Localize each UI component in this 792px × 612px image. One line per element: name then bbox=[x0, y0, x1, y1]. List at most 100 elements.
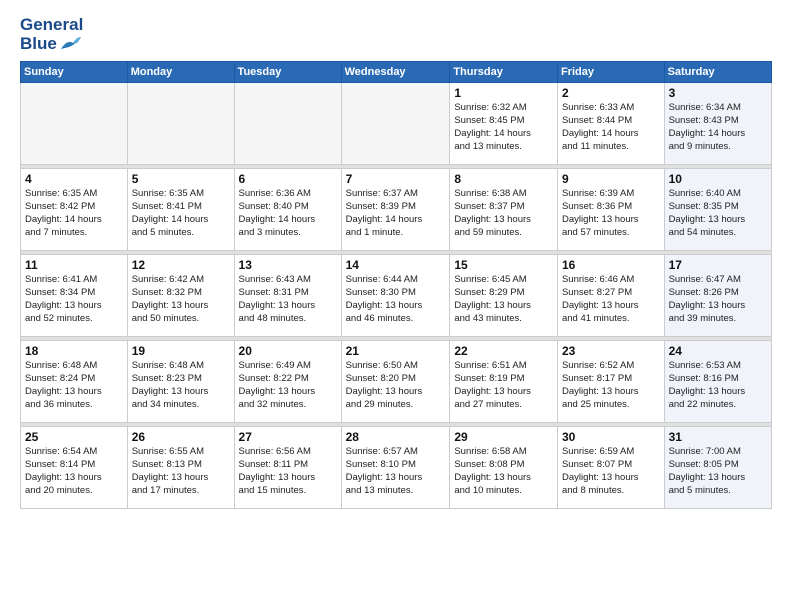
day-cell: 11 Sunrise: 6:41 AM Sunset: 8:34 PM Dayli… bbox=[21, 255, 128, 337]
day-number: 27 bbox=[239, 430, 337, 444]
day-info: Sunrise: 6:33 AM Sunset: 8:44 PM Dayligh… bbox=[562, 102, 660, 153]
day-cell: 2 Sunrise: 6:33 AM Sunset: 8:44 PM Daylig… bbox=[557, 83, 664, 165]
day-info: Sunrise: 6:45 AM Sunset: 8:29 PM Dayligh… bbox=[454, 274, 553, 325]
day-cell: 13 Sunrise: 6:43 AM Sunset: 8:31 PM Dayli… bbox=[234, 255, 341, 337]
day-cell bbox=[341, 83, 450, 165]
day-info: Sunrise: 6:43 AM Sunset: 8:31 PM Dayligh… bbox=[239, 274, 337, 325]
day-cell: 7 Sunrise: 6:37 AM Sunset: 8:39 PM Daylig… bbox=[341, 169, 450, 251]
day-info: Sunrise: 6:44 AM Sunset: 8:30 PM Dayligh… bbox=[346, 274, 446, 325]
day-cell: 26Sunrise: 6:55 AM Sunset: 8:13 PM Dayli… bbox=[127, 427, 234, 509]
day-cell: 24 Sunrise: 6:53 AM Sunset: 8:16 PM Dayli… bbox=[664, 341, 771, 423]
day-cell: 16Sunrise: 6:46 AM Sunset: 8:27 PM Dayli… bbox=[557, 255, 664, 337]
day-number: 8 bbox=[454, 172, 553, 186]
day-number: 19 bbox=[132, 344, 230, 358]
day-info: Sunrise: 6:36 AM Sunset: 8:40 PM Dayligh… bbox=[239, 188, 337, 239]
logo: General Blue bbox=[20, 16, 83, 53]
day-info: Sunrise: 6:56 AM Sunset: 8:11 PM Dayligh… bbox=[239, 446, 337, 497]
day-cell bbox=[234, 83, 341, 165]
day-cell: 15 Sunrise: 6:45 AM Sunset: 8:29 PM Dayli… bbox=[450, 255, 558, 337]
header-sunday: Sunday bbox=[21, 62, 128, 83]
day-info: Sunrise: 6:55 AM Sunset: 8:13 PM Dayligh… bbox=[132, 446, 230, 497]
day-info: Sunrise: 6:47 AM Sunset: 8:26 PM Dayligh… bbox=[669, 274, 767, 325]
day-info: Sunrise: 6:59 AM Sunset: 8:07 PM Dayligh… bbox=[562, 446, 660, 497]
calendar-table: Sunday Monday Tuesday Wednesday Thursday… bbox=[20, 61, 772, 509]
day-number: 24 bbox=[669, 344, 767, 358]
day-cell bbox=[127, 83, 234, 165]
day-cell: 17 Sunrise: 6:47 AM Sunset: 8:26 PM Dayli… bbox=[664, 255, 771, 337]
day-info: Sunrise: 6:32 AM Sunset: 8:45 PM Dayligh… bbox=[454, 102, 553, 153]
day-number: 18 bbox=[25, 344, 123, 358]
day-info: Sunrise: 7:00 AM Sunset: 8:05 PM Dayligh… bbox=[669, 446, 767, 497]
day-number: 17 bbox=[669, 258, 767, 272]
day-cell: 18 Sunrise: 6:48 AM Sunset: 8:24 PM Dayli… bbox=[21, 341, 128, 423]
day-number: 5 bbox=[132, 172, 230, 186]
day-number: 21 bbox=[346, 344, 446, 358]
day-cell: 27 Sunrise: 6:56 AM Sunset: 8:11 PM Dayli… bbox=[234, 427, 341, 509]
day-cell: 23 Sunrise: 6:52 AM Sunset: 8:17 PM Dayli… bbox=[557, 341, 664, 423]
day-cell bbox=[21, 83, 128, 165]
logo-general: General bbox=[20, 16, 83, 35]
week-row-3: 11 Sunrise: 6:41 AM Sunset: 8:34 PM Dayli… bbox=[21, 255, 772, 337]
day-number: 13 bbox=[239, 258, 337, 272]
day-number: 29 bbox=[454, 430, 553, 444]
header: General Blue bbox=[20, 16, 772, 53]
week-row-5: 25 Sunrise: 6:54 AM Sunset: 8:14 PM Dayli… bbox=[21, 427, 772, 509]
day-cell: 14 Sunrise: 6:44 AM Sunset: 8:30 PM Dayli… bbox=[341, 255, 450, 337]
day-cell: 22 Sunrise: 6:51 AM Sunset: 8:19 PM Dayli… bbox=[450, 341, 558, 423]
day-number: 15 bbox=[454, 258, 553, 272]
week-row-1: 1 Sunrise: 6:32 AM Sunset: 8:45 PM Daylig… bbox=[21, 83, 772, 165]
day-cell: 1 Sunrise: 6:32 AM Sunset: 8:45 PM Daylig… bbox=[450, 83, 558, 165]
day-info: Sunrise: 6:58 AM Sunset: 8:08 PM Dayligh… bbox=[454, 446, 553, 497]
day-cell: 25 Sunrise: 6:54 AM Sunset: 8:14 PM Dayli… bbox=[21, 427, 128, 509]
day-info: Sunrise: 6:41 AM Sunset: 8:34 PM Dayligh… bbox=[25, 274, 123, 325]
day-cell: 31Sunrise: 7:00 AM Sunset: 8:05 PM Dayli… bbox=[664, 427, 771, 509]
day-cell: 4 Sunrise: 6:35 AM Sunset: 8:42 PM Daylig… bbox=[21, 169, 128, 251]
day-cell: 6Sunrise: 6:36 AM Sunset: 8:40 PM Daylig… bbox=[234, 169, 341, 251]
day-info: Sunrise: 6:35 AM Sunset: 8:41 PM Dayligh… bbox=[132, 188, 230, 239]
day-cell: 8 Sunrise: 6:38 AM Sunset: 8:37 PM Daylig… bbox=[450, 169, 558, 251]
day-number: 25 bbox=[25, 430, 123, 444]
day-info: Sunrise: 6:51 AM Sunset: 8:19 PM Dayligh… bbox=[454, 360, 553, 411]
day-cell: 5 Sunrise: 6:35 AM Sunset: 8:41 PM Daylig… bbox=[127, 169, 234, 251]
day-number: 20 bbox=[239, 344, 337, 358]
day-info: Sunrise: 6:53 AM Sunset: 8:16 PM Dayligh… bbox=[669, 360, 767, 411]
day-number: 22 bbox=[454, 344, 553, 358]
day-cell: 3Sunrise: 6:34 AM Sunset: 8:43 PM Daylig… bbox=[664, 83, 771, 165]
header-thursday: Thursday bbox=[450, 62, 558, 83]
day-cell: 20 Sunrise: 6:49 AM Sunset: 8:22 PM Dayli… bbox=[234, 341, 341, 423]
day-number: 9 bbox=[562, 172, 660, 186]
day-number: 1 bbox=[454, 86, 553, 100]
week-row-2: 4 Sunrise: 6:35 AM Sunset: 8:42 PM Daylig… bbox=[21, 169, 772, 251]
day-number: 10 bbox=[669, 172, 767, 186]
day-number: 23 bbox=[562, 344, 660, 358]
day-info: Sunrise: 6:46 AM Sunset: 8:27 PM Dayligh… bbox=[562, 274, 660, 325]
day-number: 14 bbox=[346, 258, 446, 272]
header-wednesday: Wednesday bbox=[341, 62, 450, 83]
day-cell: 19Sunrise: 6:48 AM Sunset: 8:23 PM Dayli… bbox=[127, 341, 234, 423]
day-cell: 10 Sunrise: 6:40 AM Sunset: 8:35 PM Dayli… bbox=[664, 169, 771, 251]
day-number: 11 bbox=[25, 258, 123, 272]
day-cell: 29 Sunrise: 6:58 AM Sunset: 8:08 PM Dayli… bbox=[450, 427, 558, 509]
day-cell: 9 Sunrise: 6:39 AM Sunset: 8:36 PM Daylig… bbox=[557, 169, 664, 251]
day-info: Sunrise: 6:40 AM Sunset: 8:35 PM Dayligh… bbox=[669, 188, 767, 239]
day-info: Sunrise: 6:52 AM Sunset: 8:17 PM Dayligh… bbox=[562, 360, 660, 411]
day-info: Sunrise: 6:48 AM Sunset: 8:24 PM Dayligh… bbox=[25, 360, 123, 411]
day-info: Sunrise: 6:54 AM Sunset: 8:14 PM Dayligh… bbox=[25, 446, 123, 497]
day-info: Sunrise: 6:38 AM Sunset: 8:37 PM Dayligh… bbox=[454, 188, 553, 239]
logo-bird-icon bbox=[59, 35, 81, 53]
day-info: Sunrise: 6:34 AM Sunset: 8:43 PM Dayligh… bbox=[669, 102, 767, 153]
day-cell: 21Sunrise: 6:50 AM Sunset: 8:20 PM Dayli… bbox=[341, 341, 450, 423]
day-info: Sunrise: 6:39 AM Sunset: 8:36 PM Dayligh… bbox=[562, 188, 660, 239]
header-saturday: Saturday bbox=[664, 62, 771, 83]
header-monday: Monday bbox=[127, 62, 234, 83]
day-info: Sunrise: 6:35 AM Sunset: 8:42 PM Dayligh… bbox=[25, 188, 123, 239]
day-info: Sunrise: 6:37 AM Sunset: 8:39 PM Dayligh… bbox=[346, 188, 446, 239]
day-info: Sunrise: 6:49 AM Sunset: 8:22 PM Dayligh… bbox=[239, 360, 337, 411]
day-number: 4 bbox=[25, 172, 123, 186]
header-tuesday: Tuesday bbox=[234, 62, 341, 83]
day-number: 2 bbox=[562, 86, 660, 100]
day-cell: 12Sunrise: 6:42 AM Sunset: 8:32 PM Dayli… bbox=[127, 255, 234, 337]
day-number: 7 bbox=[346, 172, 446, 186]
day-cell: 30Sunrise: 6:59 AM Sunset: 8:07 PM Dayli… bbox=[557, 427, 664, 509]
day-number: 12 bbox=[132, 258, 230, 272]
